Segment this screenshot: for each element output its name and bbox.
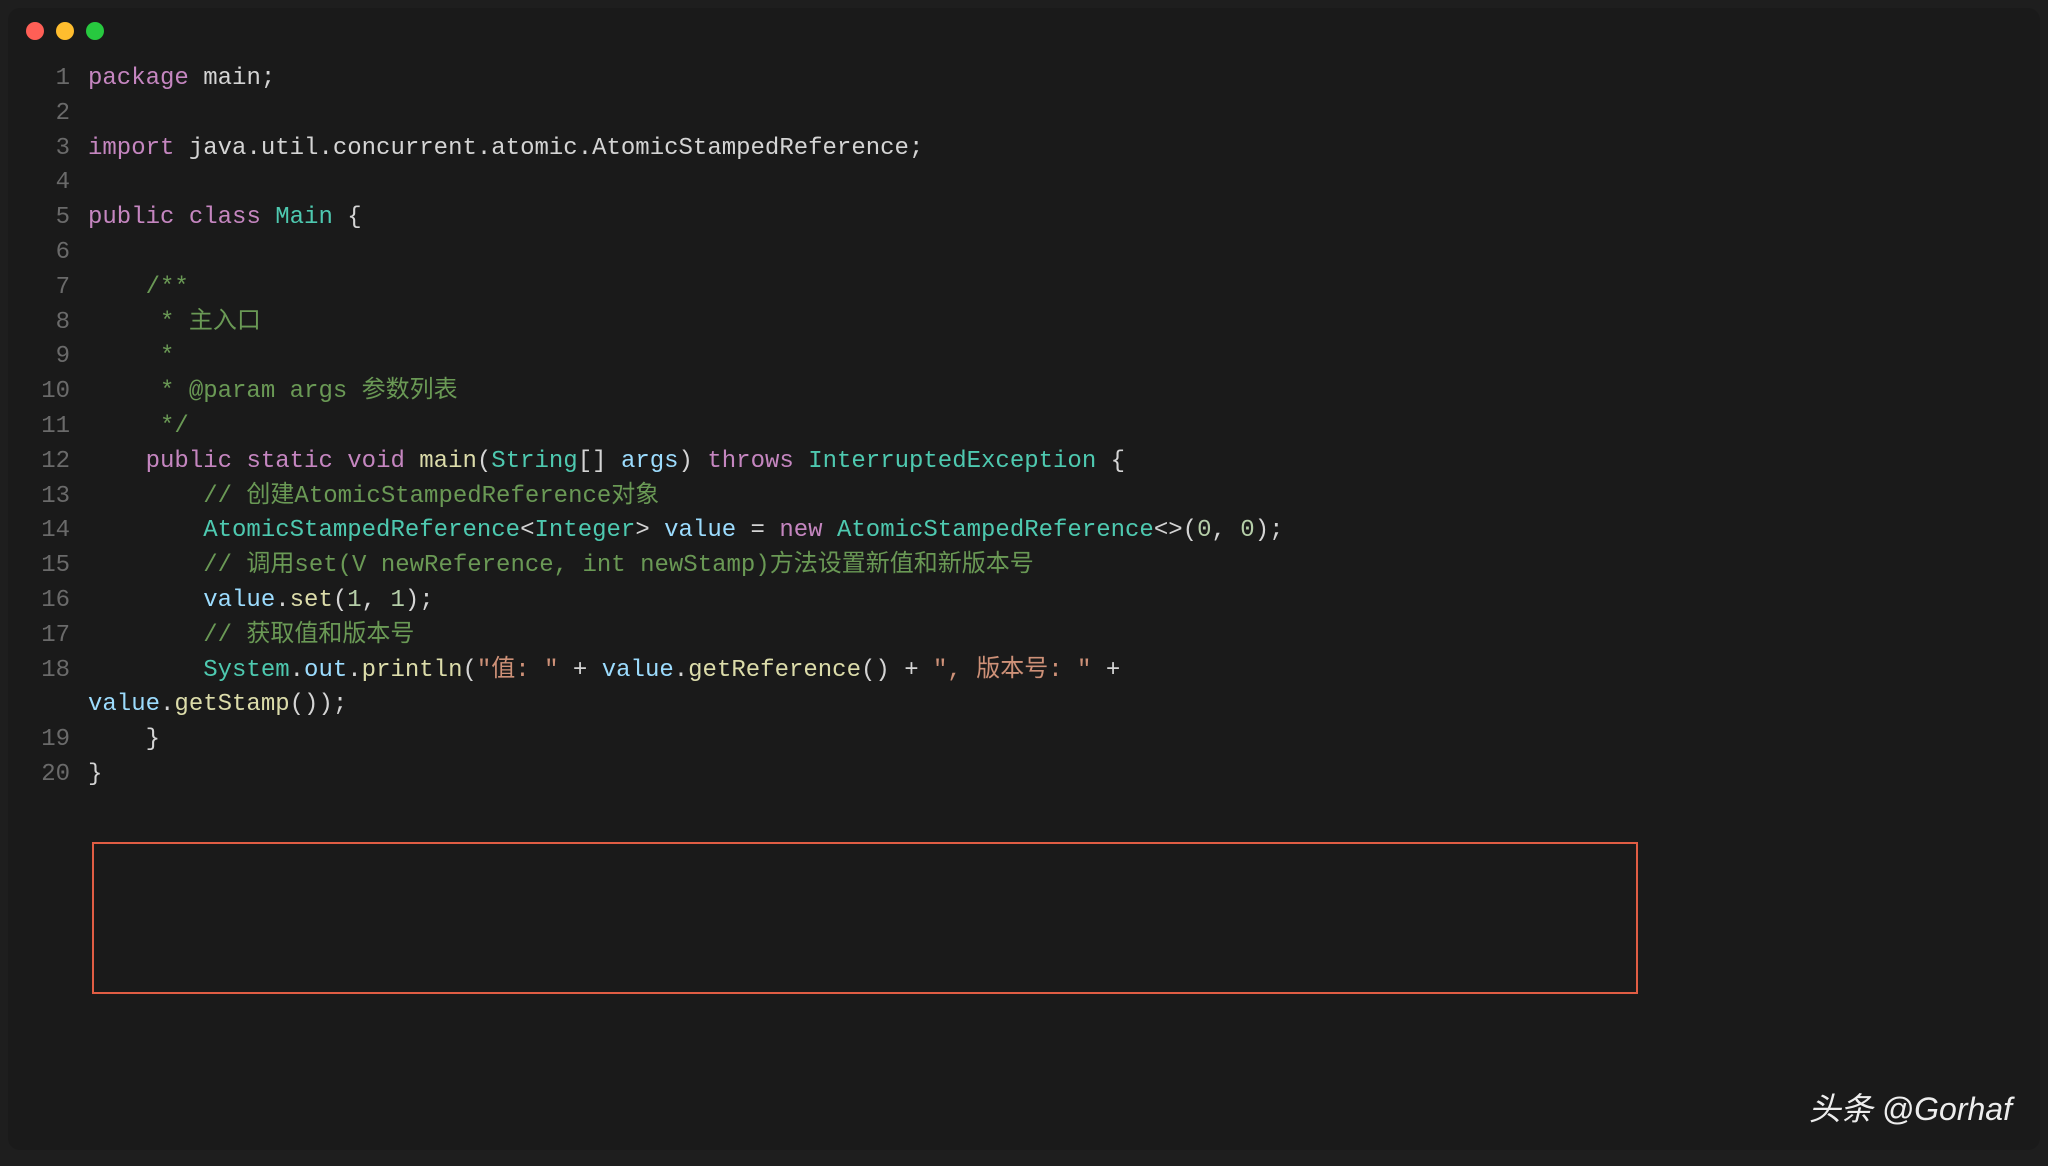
line-content[interactable]: * (88, 340, 2020, 375)
maximize-icon[interactable] (86, 22, 104, 40)
code-line[interactable]: 16 value.set(1, 1); (8, 584, 2040, 619)
line-number: 19 (28, 723, 70, 758)
line-content[interactable]: // 创建AtomicStampedReference对象 (88, 480, 2020, 515)
line-number: 12 (28, 445, 70, 480)
code-line[interactable]: 19 } (8, 723, 2040, 758)
code-line[interactable]: 10 * @param args 参数列表 (8, 375, 2040, 410)
line-number: 8 (28, 306, 70, 341)
code-line[interactable]: value.getStamp()); (8, 688, 2040, 723)
code-line[interactable]: 11 */ (8, 410, 2040, 445)
code-line[interactable]: 1 package main; (8, 62, 2040, 97)
line-number: 2 (28, 97, 70, 132)
code-line[interactable]: 3 import java.util.concurrent.atomic.Atom… (8, 132, 2040, 167)
code-line[interactable]: 20} (8, 758, 2040, 793)
line-number: 9 (28, 340, 70, 375)
line-content[interactable]: } (88, 723, 2020, 758)
line-content[interactable]: public class Main { (88, 201, 2020, 236)
line-number: 11 (28, 410, 70, 445)
line-content[interactable]: AtomicStampedReference<Integer> value = … (88, 514, 2020, 549)
code-line[interactable]: 14 AtomicStampedReference<Integer> value… (8, 514, 2040, 549)
line-content[interactable]: } (88, 758, 2020, 793)
line-number: 5 (28, 201, 70, 236)
line-content[interactable]: value.getStamp()); (88, 688, 2020, 723)
code-line[interactable]: 17 // 获取值和版本号 (8, 619, 2040, 654)
line-content[interactable]: package main; (88, 62, 2020, 97)
line-content[interactable]: import java.util.concurrent.atomic.Atomi… (88, 132, 2020, 167)
line-number: 13 (28, 480, 70, 515)
code-line[interactable]: 8 * 主入口 (8, 306, 2040, 341)
code-line[interactable]: 9 * (8, 340, 2040, 375)
code-line[interactable]: 4 (8, 166, 2040, 201)
line-content[interactable] (88, 97, 2020, 132)
line-number: 3 (28, 132, 70, 167)
line-content[interactable]: */ (88, 410, 2020, 445)
code-area[interactable]: 1 package main; 23 import java.util.concurr… (8, 54, 2040, 813)
line-number: 16 (28, 584, 70, 619)
line-content[interactable]: * 主入口 (88, 306, 2020, 341)
line-content[interactable]: System.out.println("值: " + value.getRefe… (88, 654, 2020, 689)
line-number: 17 (28, 619, 70, 654)
minimize-icon[interactable] (56, 22, 74, 40)
line-content[interactable]: // 调用set(V newReference, int newStamp)方法… (88, 549, 2020, 584)
line-number: 1 (28, 62, 70, 97)
code-line[interactable]: 2 (8, 97, 2040, 132)
line-number: 14 (28, 514, 70, 549)
line-content[interactable]: value.set(1, 1); (88, 584, 2020, 619)
editor-window: 1 package main; 23 import java.util.concurr… (8, 8, 2040, 1150)
line-content[interactable] (88, 236, 2020, 271)
code-line[interactable]: 13 // 创建AtomicStampedReference对象 (8, 480, 2040, 515)
line-content[interactable]: * @param args 参数列表 (88, 375, 2020, 410)
code-line[interactable]: 7 /** (8, 271, 2040, 306)
line-number: 4 (28, 166, 70, 201)
code-line[interactable]: 5 public class Main { (8, 201, 2040, 236)
titlebar (8, 8, 2040, 54)
line-content[interactable] (88, 166, 2020, 201)
line-number (28, 688, 70, 723)
close-icon[interactable] (26, 22, 44, 40)
line-number: 20 (28, 758, 70, 793)
line-number: 6 (28, 236, 70, 271)
watermark: 头条 @Gorhaf (1809, 1086, 2012, 1132)
code-line[interactable]: 6 (8, 236, 2040, 271)
line-content[interactable]: /** (88, 271, 2020, 306)
code-line[interactable]: 15 // 调用set(V newReference, int newStamp… (8, 549, 2040, 584)
line-number: 10 (28, 375, 70, 410)
code-line[interactable]: 12 public static void main(String[] args… (8, 445, 2040, 480)
line-content[interactable]: // 获取值和版本号 (88, 619, 2020, 654)
line-number: 15 (28, 549, 70, 584)
line-content[interactable]: public static void main(String[] args) t… (88, 445, 2020, 480)
code-line[interactable]: 18 System.out.println("值: " + value.getR… (8, 654, 2040, 689)
line-number: 7 (28, 271, 70, 306)
line-number: 18 (28, 654, 70, 689)
highlight-box (92, 842, 1638, 994)
